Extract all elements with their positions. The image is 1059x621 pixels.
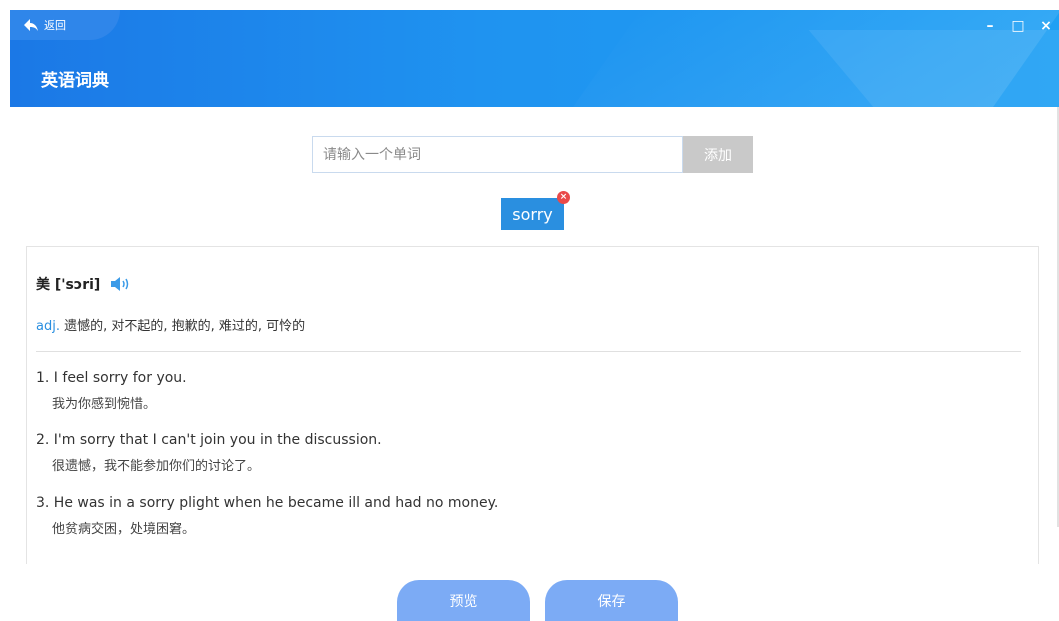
example-zh: 他贫病交困，处境困窘。 [52, 522, 196, 537]
minimize-icon[interactable]: – [983, 18, 997, 34]
speaker-icon[interactable] [110, 276, 132, 292]
example-en: 3. He was in a sorry plight when he beca… [36, 495, 499, 511]
definition-text: 遗憾的, 对不起的, 抱歉的, 难过的, 可怜的 [64, 319, 306, 334]
example-item: 1. I feel sorry for you. 我为你感到惋惜。 [36, 370, 187, 412]
tag-remove-icon[interactable]: × [557, 191, 570, 204]
definition-line: adj. 遗憾的, 对不起的, 抱歉的, 难过的, 可怜的 [36, 315, 305, 334]
phonetic-text: ['sɔri] [54, 277, 101, 293]
maximize-icon[interactable]: □ [1011, 18, 1025, 34]
save-button[interactable]: 保存 [545, 580, 678, 621]
example-zh: 很遗憾，我不能参加你们的讨论了。 [52, 459, 261, 474]
phonetic-region: 美 [36, 277, 50, 293]
word-tag[interactable]: sorry [501, 198, 564, 230]
example-zh: 我为你感到惋惜。 [52, 397, 157, 412]
phonetic-row: 美 ['sɔri] [36, 274, 132, 294]
divider [36, 351, 1021, 352]
part-of-speech: adj. [36, 319, 60, 334]
preview-button[interactable]: 预览 [397, 580, 530, 621]
word-input[interactable] [312, 136, 683, 173]
back-arrow-icon [24, 19, 38, 31]
app-header: 返回 英语词典 – □ × [10, 10, 1059, 107]
example-en: 2. I'm sorry that I can't join you in th… [36, 432, 382, 448]
add-button[interactable]: 添加 [683, 136, 753, 173]
example-item: 2. I'm sorry that I can't join you in th… [36, 432, 382, 474]
back-label: 返回 [44, 19, 66, 32]
window-controls: – □ × [983, 18, 1053, 34]
page-title: 英语词典 [41, 71, 109, 91]
close-icon[interactable]: × [1039, 18, 1053, 34]
example-item: 3. He was in a sorry plight when he beca… [36, 495, 498, 537]
example-en: 1. I feel sorry for you. [36, 370, 187, 386]
back-button[interactable]: 返回 [10, 10, 120, 40]
